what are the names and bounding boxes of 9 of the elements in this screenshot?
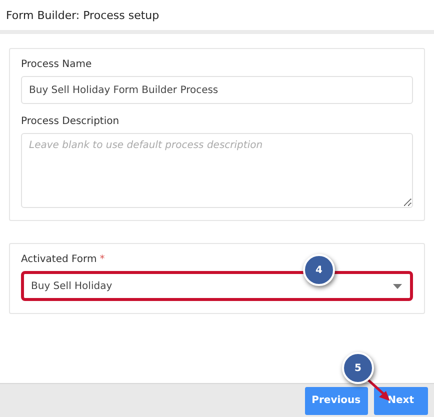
step-badge: 4 — [303, 254, 335, 286]
process-name-field[interactable]: Buy Sell Holiday Form Builder Process — [21, 76, 413, 104]
page-title: Form Builder: Process setup — [6, 8, 160, 22]
caret-icon — [393, 284, 402, 288]
field-label: Activated Form * — [21, 254, 106, 265]
field-label: Process Description — [21, 116, 120, 127]
field-label: Process Name — [21, 59, 93, 70]
process-description-field[interactable]: Leave blank to use default process description — [21, 133, 413, 208]
step-badge: 5 — [342, 352, 374, 384]
